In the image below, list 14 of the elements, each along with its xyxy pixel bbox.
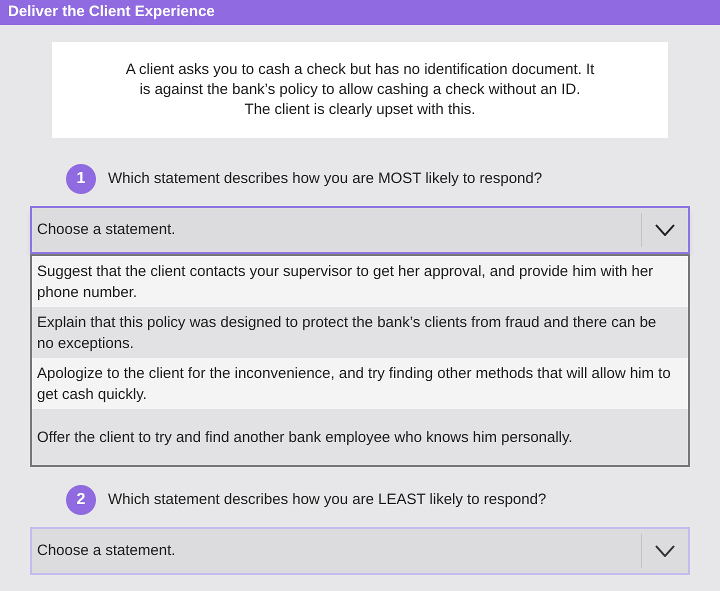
statement-dropdown[interactable]: Choose a statement. (30, 206, 690, 254)
question-text: Which statement describes how you are LEAST likely to respond? (108, 490, 546, 510)
statement-option[interactable]: Explain that this policy was designed to protect the bank’s clients from fraud and there can be no exceptions. (32, 307, 688, 358)
question-text: Which statement describes how you are MOST likely to respond? (108, 168, 542, 189)
page-title: Deliver the Client Experience (8, 2, 215, 22)
chevron-down-icon (655, 224, 675, 236)
statement-dropdown[interactable]: Choose a statement. (30, 527, 690, 575)
dropdown-placeholder: Choose a statement. (36, 220, 176, 240)
chevron-down-icon (655, 545, 675, 557)
scenario-text: A client asks you to cash a check but has no identification document. It is against the bank’s policy to allow cashing a check without an ID. The client is clearly upset with this. (125, 60, 595, 120)
dropdown-placeholder: Choose a statement. (36, 540, 176, 561)
statement-option[interactable]: Offer the client to try and find another bank employee who knows him personally. (32, 409, 688, 465)
question-number-badge: 1 (66, 164, 96, 194)
question-number-badge: 2 (66, 485, 96, 515)
